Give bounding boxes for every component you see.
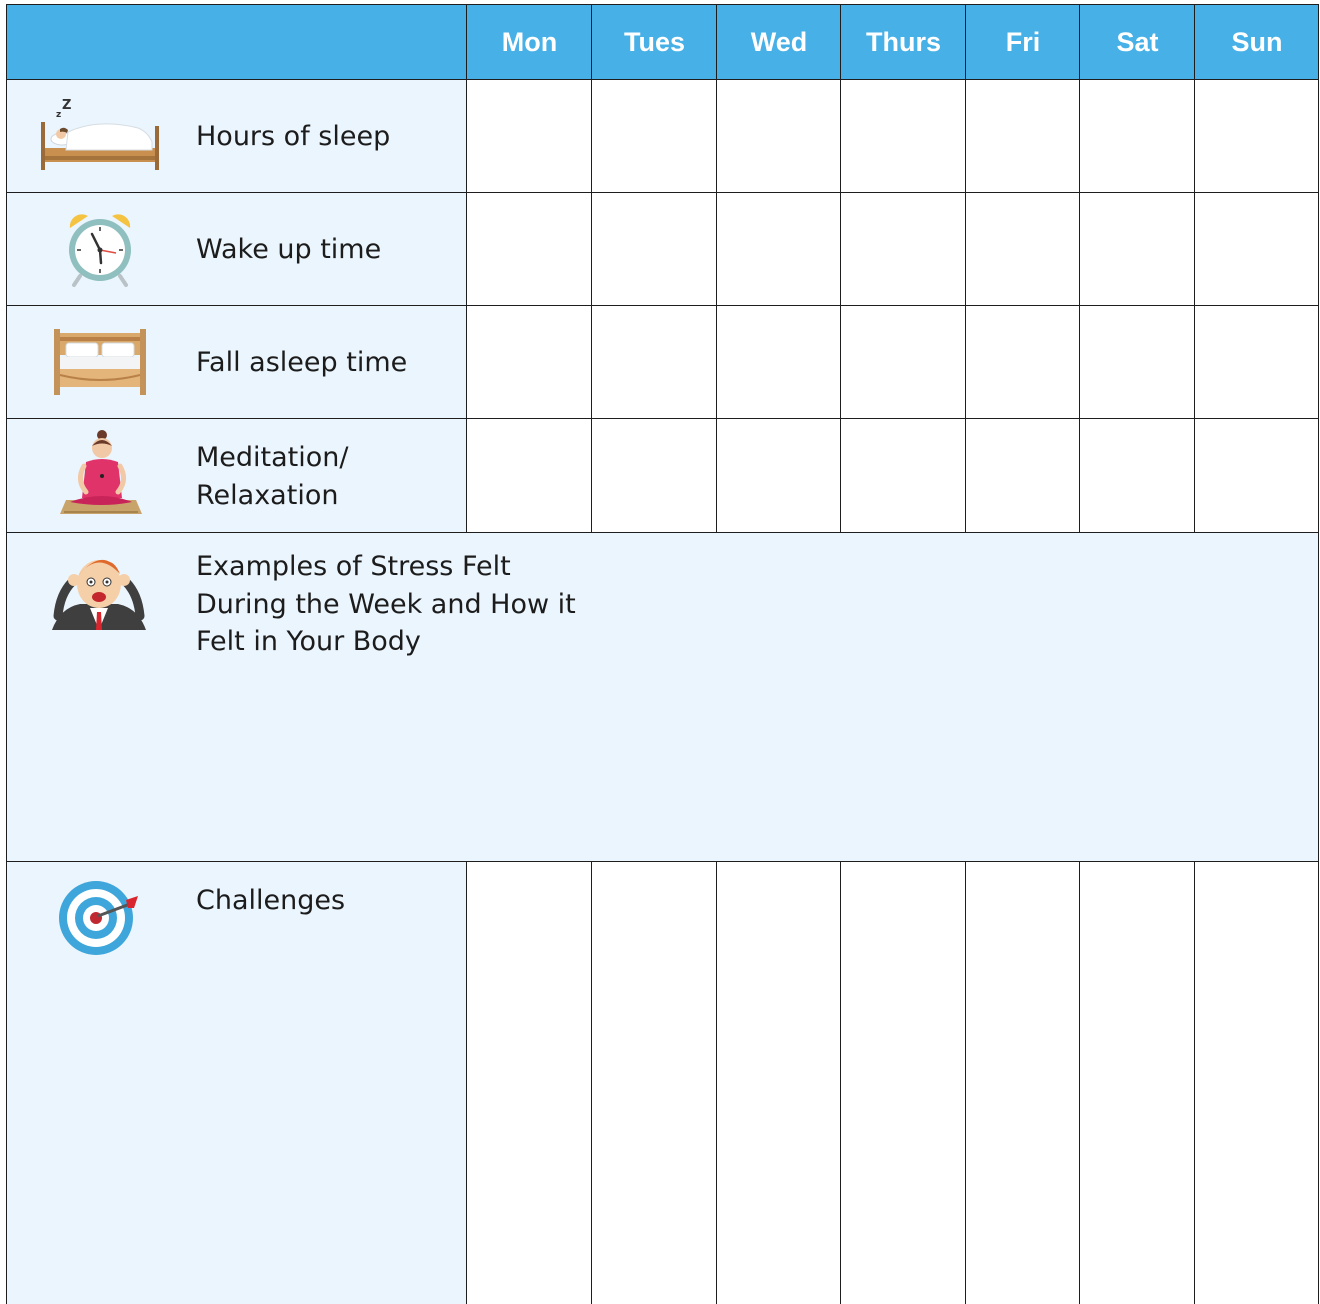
- row-wake-cells[interactable]: [467, 193, 1318, 305]
- row-sleep-cells[interactable]: [467, 80, 1318, 192]
- stressed-man-icon: [48, 552, 150, 638]
- label-wake-up-time: Wake up time: [196, 234, 382, 265]
- label-challenges: Challenges: [196, 885, 346, 916]
- row-challenges-cells[interactable]: [467, 862, 1318, 1304]
- meditating-woman-icon: [54, 428, 148, 518]
- day-wed: Wed: [750, 26, 808, 57]
- label-meditation-line1: Meditation/: [196, 442, 349, 473]
- svg-text:Z: Z: [62, 98, 71, 113]
- label-meditation-line2: Relaxation: [196, 480, 339, 511]
- label-hours-of-sleep: Hours of sleep: [196, 121, 391, 152]
- day-sun: Sun: [1231, 26, 1283, 57]
- bed-icon: [52, 325, 148, 397]
- sleeping-in-bed-icon: Z z: [38, 96, 162, 172]
- label-stress-line2: During the Week and How it: [196, 589, 576, 620]
- stress-notes-area[interactable]: [586, 533, 1318, 861]
- day-mon: Mon: [501, 26, 558, 57]
- target-dart-icon: [56, 878, 142, 958]
- day-thurs: Thurs: [865, 26, 941, 57]
- label-stress-line1: Examples of Stress Felt: [196, 551, 511, 582]
- sleep-stress-tracker: Mon Tues Wed Thurs Fri Sat Sun Z z Hours…: [6, 4, 1319, 1304]
- day-fri: Fri: [1005, 26, 1041, 57]
- row-meditation-cells[interactable]: [467, 419, 1318, 532]
- alarm-clock-icon: [64, 210, 136, 288]
- svg-text:z: z: [56, 110, 61, 120]
- day-tues: Tues: [623, 26, 685, 57]
- label-fall-asleep-time: Fall asleep time: [196, 347, 408, 378]
- day-sat: Sat: [1116, 26, 1159, 57]
- label-stress-line3: Felt in Your Body: [196, 626, 421, 657]
- row-fall-asleep-cells[interactable]: [467, 306, 1318, 418]
